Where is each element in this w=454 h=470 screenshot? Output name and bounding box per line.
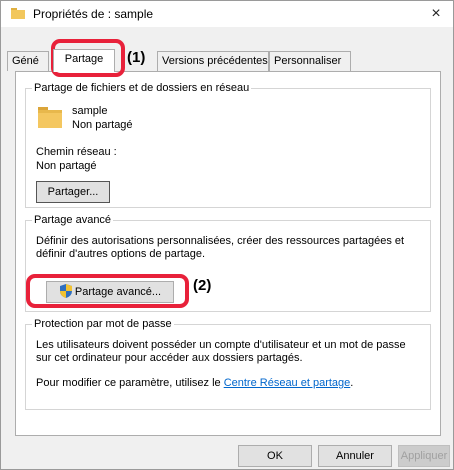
password-protection-title: Protection par mot de passe bbox=[32, 318, 174, 330]
folder-name: sample bbox=[72, 105, 108, 117]
password-protection-group: Protection par mot de passe Les utilisat… bbox=[25, 318, 431, 410]
advanced-sharing-description: Définir des autorisations personnalisées… bbox=[36, 235, 405, 260]
network-sharing-group: Partage de fichiers et de dossiers en ré… bbox=[25, 82, 431, 208]
modify-setting-period: . bbox=[350, 377, 354, 389]
shared-folder-icon bbox=[38, 107, 62, 128]
advanced-sharing-title: Partage avancé bbox=[32, 214, 114, 226]
modify-setting-line: Pour modifier ce paramètre, utilisez le … bbox=[36, 377, 353, 389]
apply-button[interactable]: Appliquer bbox=[398, 445, 450, 467]
cancel-button[interactable]: Annuler bbox=[318, 445, 392, 467]
properties-dialog: Propriétés de : sample × Géné Partage Ve… bbox=[0, 0, 454, 470]
ok-button[interactable]: OK bbox=[238, 445, 312, 467]
title-bar[interactable]: Propriétés de : sample × bbox=[1, 1, 453, 27]
tab-panel: Partage de fichiers et de dossiers en ré… bbox=[15, 71, 441, 436]
button-highlight-box bbox=[26, 274, 189, 308]
network-sharing-title: Partage de fichiers et de dossiers en ré… bbox=[32, 82, 252, 94]
tab-customize[interactable]: Personnaliser bbox=[269, 51, 351, 71]
share-button[interactable]: Partager... bbox=[36, 181, 110, 203]
window-title: Propriétés de : sample bbox=[33, 7, 154, 21]
tab-sharing[interactable]: Partage bbox=[53, 49, 115, 72]
folder-share-status: Non partagé bbox=[72, 119, 133, 131]
modify-setting-text: Pour modifier ce paramètre, utilisez le bbox=[36, 377, 224, 389]
close-button[interactable]: × bbox=[425, 3, 447, 25]
callout-1: (1) bbox=[127, 49, 146, 66]
network-path-label: Chemin réseau : bbox=[36, 146, 117, 158]
folder-icon bbox=[11, 8, 25, 19]
password-protection-description: Les utilisateurs doivent posséder un com… bbox=[36, 339, 406, 364]
network-path-value: Non partagé bbox=[36, 160, 97, 172]
tab-general[interactable]: Géné bbox=[7, 51, 49, 71]
callout-2: (2) bbox=[193, 277, 212, 294]
network-center-link[interactable]: Centre Réseau et partage bbox=[224, 377, 351, 389]
tab-previous-versions[interactable]: Versions précédentes bbox=[157, 51, 269, 71]
